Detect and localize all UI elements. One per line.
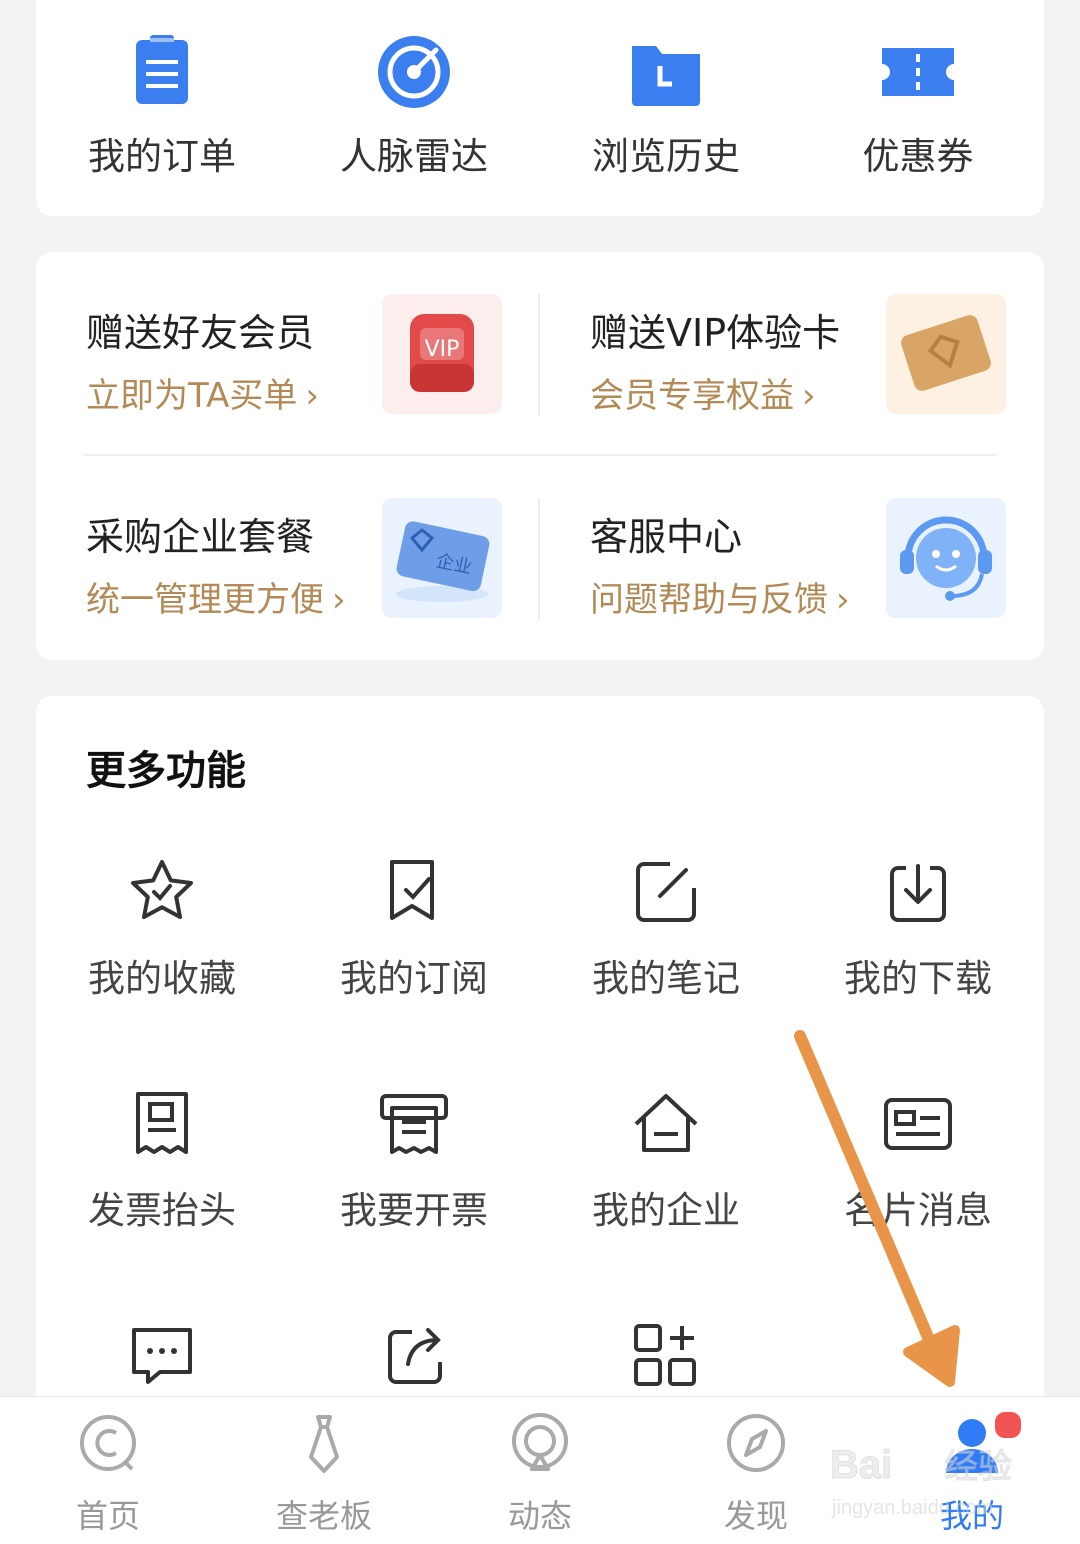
tab-label: 动态 (507, 1497, 572, 1535)
vip-card-icon (886, 294, 1006, 414)
chevron-right-icon: › (802, 376, 816, 416)
feature-label: 我的下载 (844, 957, 992, 1000)
add-app-icon (634, 1324, 696, 1386)
svg-text:VIP: VIP (425, 337, 460, 362)
subscribe-icon (390, 860, 434, 920)
feature-label: 我的收藏 (88, 957, 236, 1000)
promo-customer-service[interactable]: 客服中心 问题帮助与反馈 › (540, 456, 1010, 620)
chevron-right-icon: › (305, 376, 319, 416)
home-icon (80, 1415, 136, 1471)
feature-label: 名片消息 (844, 1189, 992, 1232)
feature-label: 我的订阅 (340, 957, 488, 1000)
tab-label: 首页 (75, 1497, 140, 1535)
note-edit-icon (636, 862, 696, 922)
download-icon (890, 864, 946, 922)
promo-title: 客服中心 (590, 515, 743, 559)
enterprise-home-icon (634, 1094, 698, 1152)
tab-home[interactable]: 首页 (0, 1397, 216, 1544)
svg-text:经验: 经验 (944, 1447, 1012, 1487)
feature-label: 发票抬头 (88, 1189, 236, 1232)
promo-vip-trial-card[interactable]: 赠送VIP体验卡 会员专享权益 › (540, 252, 1010, 416)
promo-subtitle: 问题帮助与反馈 › (590, 580, 850, 620)
promo-title: 采购企业套餐 (86, 515, 315, 559)
chevron-right-icon: › (332, 580, 346, 620)
quick-label-coupon: 优惠券 (862, 135, 974, 178)
promo-card: 赠送好友会员 立即为TA买单 › VIP 赠送VIP体验卡 会员专享权益 › 采购企… (36, 252, 1044, 660)
vip-gift-icon: VIP (382, 294, 502, 414)
customer-service-icon (886, 498, 1006, 618)
feature-label: 我要开票 (340, 1189, 488, 1232)
promo-title: 赠送好友会员 (86, 311, 315, 355)
feed-icon (512, 1413, 568, 1471)
feature-label: 我的企业 (592, 1189, 740, 1232)
share-icon (388, 1328, 442, 1384)
feature-label: 我的笔记 (592, 957, 740, 1000)
quick-label-radar: 人脉雷达 (340, 135, 488, 178)
tab-label: 查老板 (275, 1497, 372, 1535)
promo-enterprise-package[interactable]: 采购企业套餐 统一管理更方便 › 企业 (36, 456, 506, 620)
promo-subtitle: 会员专享权益 › (590, 376, 816, 416)
compass-icon (727, 1414, 785, 1472)
promo-gift-membership[interactable]: 赠送好友会员 立即为TA买单 › VIP (36, 252, 506, 416)
message-icon (132, 1328, 192, 1384)
svg-text:Bai: Bai (830, 1443, 892, 1487)
quick-label-orders: 我的订单 (88, 135, 236, 178)
quick-label-history: 浏览历史 (592, 135, 740, 178)
business-card-icon (884, 1098, 952, 1150)
invoice-print-icon (380, 1094, 448, 1154)
promo-subtitle: 统一管理更方便 › (86, 580, 346, 620)
clipboard-icon (136, 35, 188, 104)
promo-title: 赠送VIP体验卡 (590, 311, 841, 355)
svg-text:jingyan.baidu.com: jingyan.baidu.com (831, 1497, 993, 1519)
star-icon (131, 860, 193, 919)
history-folder-icon (632, 46, 700, 106)
quick-actions-card: 我的订单 人脉雷达 浏览历史 优惠券 (36, 0, 1044, 216)
tab-boss-lookup[interactable]: 查老板 (216, 1397, 432, 1544)
invoice-title-icon (136, 1092, 188, 1154)
coupon-icon (882, 48, 954, 96)
chevron-right-icon: › (836, 580, 850, 620)
enterprise-card-icon: 企业 (382, 498, 502, 618)
boss-tie-icon (309, 1415, 339, 1473)
tab-feed[interactable]: 动态 (432, 1397, 648, 1544)
more-features-card: 更多功能 我的收藏 我的订阅 我的笔记 我的下载 发票抬头 我要开票 我的企业 … (36, 696, 1044, 1416)
section-title: 更多功能 (86, 748, 246, 794)
baidu-jingyan-watermark: Bai 经验 jingyan.baidu.com (830, 1443, 1013, 1520)
radar-icon (378, 36, 450, 108)
promo-subtitle: 立即为TA买单 › (86, 376, 319, 416)
